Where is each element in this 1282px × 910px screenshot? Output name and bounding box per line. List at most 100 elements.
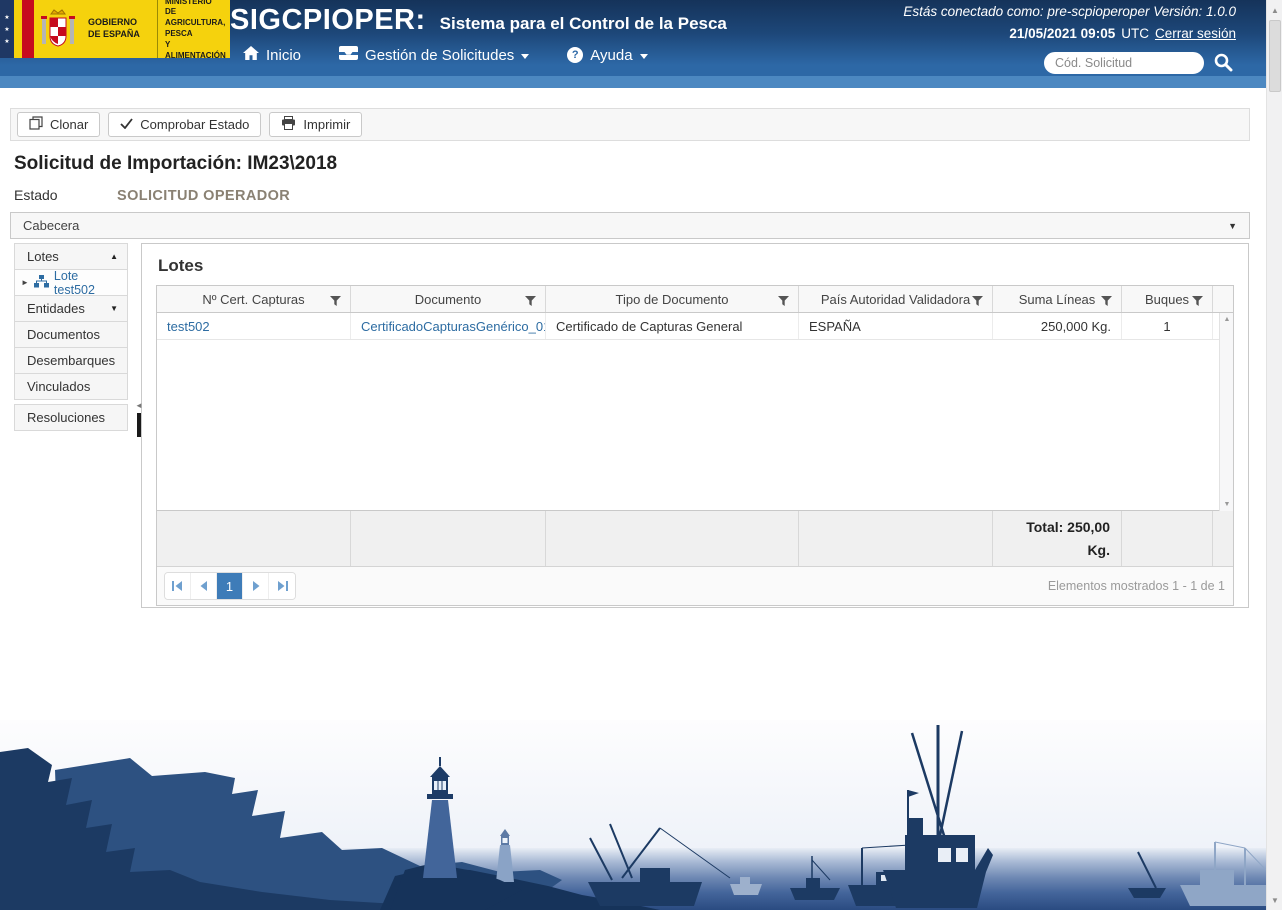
page-number-button[interactable]: 1 (217, 573, 243, 599)
sidebar-documentos-label: Documentos (27, 327, 100, 342)
clonar-button[interactable]: Clonar (17, 112, 100, 137)
sidebar-item-lotes[interactable]: Lotes ▲ (14, 243, 128, 270)
page-title: Solicitud de Importación: IM23\2018 (14, 153, 1250, 175)
ministry-label: MINISTERIO DE AGRICULTURA, PESCA Y ALIME… (158, 0, 230, 58)
sidebar-item-entidades[interactable]: Entidades ▼ (14, 295, 128, 322)
table-row: test502 CertificadoCapturasGenérico_01..… (157, 313, 1233, 340)
sidebar-resoluciones-label: Resoluciones (27, 410, 105, 425)
filter-icon[interactable] (972, 294, 983, 309)
session-text: Estás conectado como: pre-scpioperoper V… (903, 4, 1236, 19)
scrollbar-thumb[interactable] (1269, 20, 1281, 92)
check-icon (120, 117, 133, 132)
cell-pais: ESPAÑA (799, 313, 993, 339)
collapse-arrow-icon: ◄ (135, 401, 143, 410)
comprobar-label: Comprobar Estado (140, 117, 249, 132)
sidebar-lote-label: Lote test502 (54, 269, 118, 297)
harbor-silhouette-illustration (0, 720, 1266, 910)
sidebar-item-resoluciones[interactable]: Resoluciones (14, 404, 128, 431)
clonar-label: Clonar (50, 117, 88, 132)
government-label: GOBIERNO DE ESPAÑA (82, 0, 158, 58)
nav-ayuda[interactable]: ? Ayuda (567, 47, 647, 64)
scroll-down-icon[interactable]: ▼ (1267, 892, 1282, 908)
footer-cell (157, 511, 351, 566)
last-page-button[interactable] (269, 573, 295, 599)
nav-inicio[interactable]: Inicio (243, 46, 301, 64)
filter-icon[interactable] (525, 294, 536, 309)
column-header-pais[interactable]: País Autoridad Validadora (799, 286, 993, 312)
eu-flag-strip: ★★★ (0, 0, 14, 58)
search-input[interactable] (1044, 52, 1204, 74)
lotes-table: Nº Cert. Capturas Documento Tipo de Docu… (156, 285, 1234, 606)
footer-cell (546, 511, 799, 566)
table-header-row: Nº Cert. Capturas Documento Tipo de Docu… (157, 286, 1233, 313)
sidebar-entidades-label: Entidades (27, 301, 85, 316)
scroll-up-icon[interactable]: ▲ (1267, 2, 1282, 18)
table-scrollbar[interactable]: ▲ ▼ (1219, 313, 1233, 511)
sidebar-lotes-label: Lotes (27, 249, 59, 264)
sidebar-collapse-handle[interactable]: ◄ (135, 401, 143, 437)
column-header-tipo[interactable]: Tipo de Documento (546, 286, 799, 312)
column-label: Suma Líneas (1019, 292, 1096, 307)
resize-grip[interactable] (137, 413, 141, 437)
sidebar-item-lote-test502[interactable]: ► Lote test502 (14, 269, 128, 296)
footer-cell (799, 511, 993, 566)
scroll-down-icon[interactable]: ▼ (1220, 501, 1234, 508)
sidebar-item-documentos[interactable]: Documentos (14, 321, 128, 348)
comprobar-estado-button[interactable]: Comprobar Estado (108, 112, 261, 137)
cabecera-dropdown[interactable]: Cabecera ▼ (10, 212, 1250, 239)
search-button[interactable] (1212, 52, 1234, 74)
cell-tipo: Certificado de Capturas General (546, 313, 799, 339)
scroll-up-icon[interactable]: ▲ (1220, 316, 1234, 323)
column-header-cert[interactable]: Nº Cert. Capturas (157, 286, 351, 312)
column-header-suma[interactable]: Suma Líneas (993, 286, 1122, 312)
prev-page-button[interactable] (191, 573, 217, 599)
main-nav: Inicio Gestión de Solicitudes ? Ayuda (243, 46, 648, 64)
app-header: ★★★ GOBIERNO DE ESPAÑA MINISTERIO DE AGR… (0, 0, 1266, 88)
imprimir-label: Imprimir (303, 117, 350, 132)
clone-icon (29, 116, 43, 133)
total-label: Total: 250,00 Kg. (993, 511, 1122, 566)
next-page-button[interactable] (243, 573, 269, 599)
footer-cell (351, 511, 546, 566)
column-header-buques[interactable]: Buques (1122, 286, 1213, 312)
column-header-documento[interactable]: Documento (351, 286, 546, 312)
imprimir-button[interactable]: Imprimir (269, 112, 362, 137)
page-scrollbar[interactable]: ▲ ▼ (1266, 0, 1282, 910)
cell-suma: 250,000 Kg. (993, 313, 1122, 339)
main-content: Clonar Comprobar Estado Imprimir Solicit… (0, 88, 1266, 608)
filter-icon[interactable] (1192, 294, 1203, 309)
triangle-up-icon: ▲ (110, 252, 118, 261)
home-icon (243, 46, 259, 64)
toolbar: Clonar Comprobar Estado Imprimir (10, 108, 1250, 141)
sidebar-item-desembarques[interactable]: Desembarques (14, 347, 128, 374)
chevron-down-icon: ▼ (1228, 221, 1237, 231)
logout-link[interactable]: Cerrar sesión (1155, 26, 1236, 41)
pager-bar: 1 Elementos mostrados 1 - 1 de 1 (157, 567, 1233, 605)
pager: 1 (164, 572, 296, 600)
sidebar-item-vinculados[interactable]: Vinculados (14, 373, 128, 400)
estado-label: Estado (14, 187, 117, 203)
app-title-row: SIGCPIOPER: Sistema para el Control de l… (230, 4, 727, 37)
first-page-button[interactable] (165, 573, 191, 599)
pager-info: Elementos mostrados 1 - 1 de 1 (1048, 579, 1225, 593)
cell-buques: 1 (1122, 313, 1213, 339)
filter-icon[interactable] (330, 294, 341, 309)
nav-gestion-solicitudes[interactable]: Gestión de Solicitudes (339, 46, 529, 64)
header-scroll-stub (1213, 286, 1227, 312)
filter-icon[interactable] (778, 294, 789, 309)
cell-documento-link[interactable]: CertificadoCapturasGenérico_01... (351, 313, 546, 339)
app-title: SIGCPIOPER: (230, 4, 426, 37)
filter-icon[interactable] (1101, 294, 1112, 309)
datetime: 21/05/2021 09:05 (1009, 26, 1115, 41)
cell-cert-link[interactable]: test502 (157, 313, 351, 339)
sidebar-desembarques-label: Desembarques (27, 353, 115, 368)
nav-inicio-label: Inicio (266, 47, 301, 64)
datetime-row: 21/05/2021 09:05 UTC Cerrar sesión (1009, 26, 1236, 41)
column-label: Buques (1145, 292, 1189, 307)
search-box (1044, 52, 1204, 74)
expand-arrow-icon[interactable]: ► (21, 278, 29, 287)
table-empty-area: ▲ ▼ (157, 340, 1233, 511)
status-badge: SOLICITUD OPERADOR (117, 188, 290, 204)
footer-scroll-stub (1213, 511, 1227, 566)
column-label: País Autoridad Validadora (821, 292, 970, 307)
